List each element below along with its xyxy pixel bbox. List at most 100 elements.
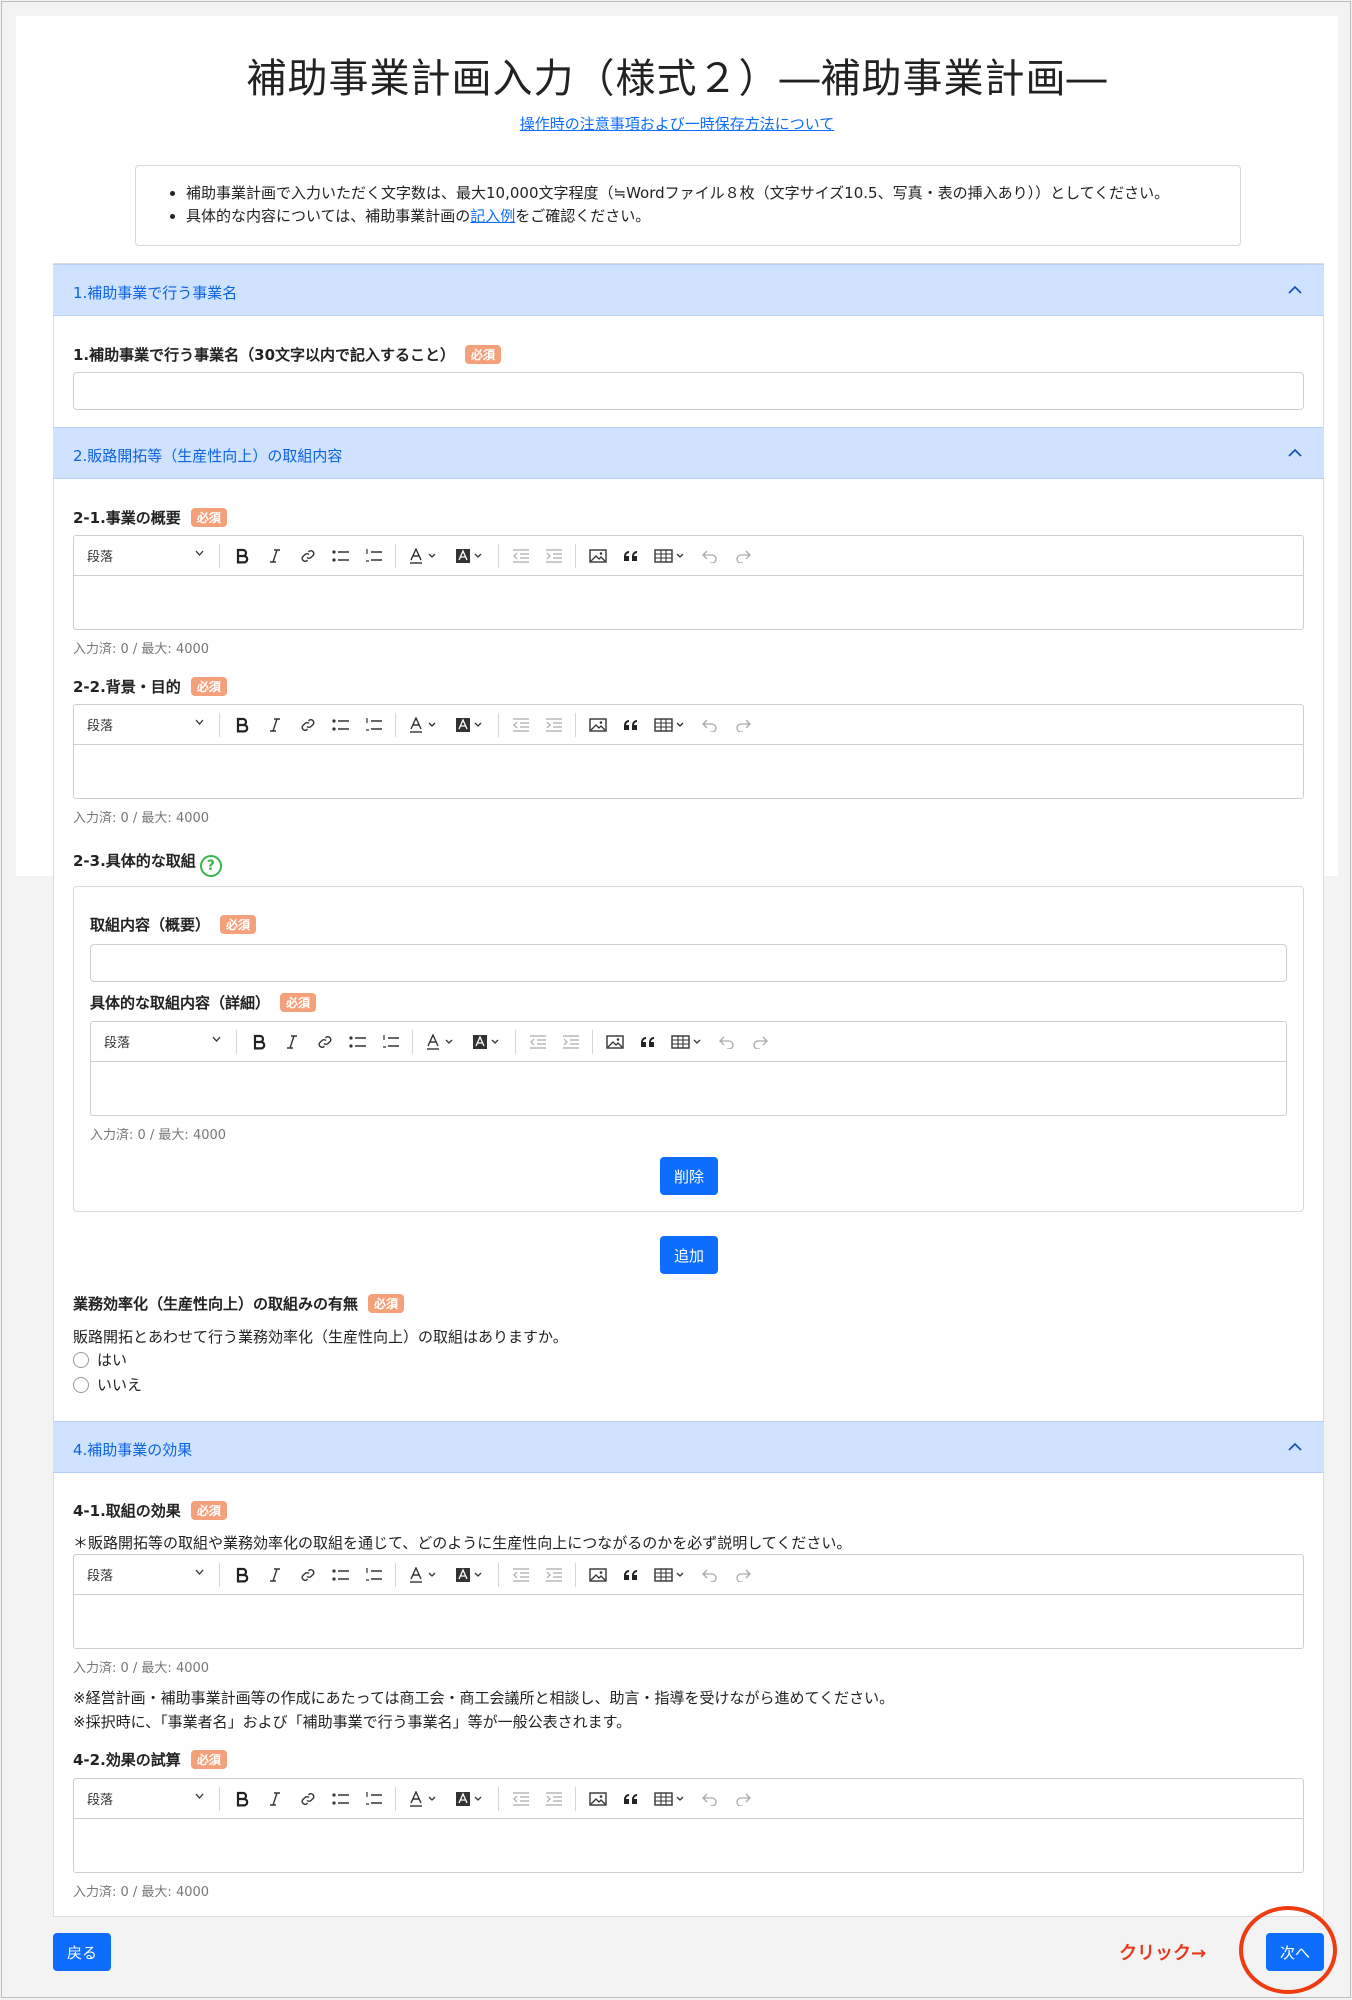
- delete-button[interactable]: 削除: [660, 1157, 718, 1195]
- paragraph-style-select[interactable]: 段落: [91, 1032, 231, 1051]
- font-color-button[interactable]: [418, 1028, 464, 1056]
- font-background-color-button[interactable]: [447, 1561, 493, 1589]
- font-background-color-button[interactable]: [464, 1028, 510, 1056]
- bold-button[interactable]: [242, 1028, 275, 1056]
- bulleted-list-button[interactable]: [324, 1561, 357, 1589]
- font-color-button[interactable]: [401, 711, 447, 739]
- font-color-button[interactable]: [401, 1561, 447, 1589]
- insert-table-button[interactable]: [664, 1028, 710, 1056]
- undo-button[interactable]: [693, 711, 726, 739]
- numbered-list-button[interactable]: [357, 711, 390, 739]
- editor-body[interactable]: [74, 1819, 1303, 1873]
- rich-editor-4-2[interactable]: 段落: [73, 1778, 1304, 1873]
- radio-button[interactable]: [73, 1351, 89, 1368]
- insert-table-button[interactable]: [647, 542, 693, 570]
- bulleted-list-button[interactable]: [341, 1028, 374, 1056]
- outdent-button[interactable]: [521, 1028, 554, 1056]
- redo-button[interactable]: [726, 711, 759, 739]
- outdent-button[interactable]: [504, 542, 537, 570]
- font-background-color-button[interactable]: [447, 542, 493, 570]
- rich-editor-4-1[interactable]: 段落: [73, 1554, 1304, 1649]
- indent-button[interactable]: [537, 1561, 570, 1589]
- rich-editor-2-1[interactable]: 段落: [73, 535, 1304, 630]
- section-header-1[interactable]: 1.補助事業で行う事業名: [53, 264, 1324, 316]
- add-button[interactable]: 追加: [660, 1236, 718, 1274]
- section-header-2[interactable]: 2.販路開拓等（生産性向上）の取組内容: [53, 427, 1324, 479]
- font-color-button[interactable]: [401, 1785, 447, 1813]
- bold-button[interactable]: [225, 542, 258, 570]
- bold-button[interactable]: [225, 1785, 258, 1813]
- link-button[interactable]: [291, 711, 324, 739]
- rich-editor-2-2[interactable]: 段落: [73, 704, 1304, 799]
- insert-image-button[interactable]: [581, 711, 614, 739]
- numbered-list-button[interactable]: [374, 1028, 407, 1056]
- insert-image-button[interactable]: [581, 542, 614, 570]
- italic-button[interactable]: [258, 711, 291, 739]
- editor-body[interactable]: [74, 745, 1303, 799]
- font-color-button[interactable]: [401, 542, 447, 570]
- redo-button[interactable]: [726, 1785, 759, 1813]
- insert-image-button[interactable]: [598, 1028, 631, 1056]
- blockquote-button[interactable]: [614, 1561, 647, 1589]
- link-button[interactable]: [291, 542, 324, 570]
- help-icon[interactable]: ?: [199, 855, 222, 877]
- insert-table-button[interactable]: [647, 1561, 693, 1589]
- example-link[interactable]: 記入例: [470, 207, 515, 225]
- section-header-4[interactable]: 4.補助事業の効果: [53, 1421, 1324, 1473]
- project-name-input[interactable]: [73, 372, 1304, 410]
- blockquote-button[interactable]: [614, 1785, 647, 1813]
- radio-button[interactable]: [73, 1376, 89, 1393]
- undo-button[interactable]: [693, 1561, 726, 1589]
- blockquote-button[interactable]: [614, 711, 647, 739]
- bold-button[interactable]: [225, 711, 258, 739]
- rich-editor-detail[interactable]: 段落: [90, 1021, 1287, 1116]
- undo-button[interactable]: [693, 542, 726, 570]
- indent-button[interactable]: [537, 1785, 570, 1813]
- font-background-color-button[interactable]: [447, 1785, 493, 1813]
- back-button[interactable]: 戻る: [53, 1933, 111, 1971]
- outdent-button[interactable]: [504, 1785, 537, 1813]
- paragraph-style-select[interactable]: 段落: [74, 1565, 214, 1584]
- redo-button[interactable]: [743, 1028, 776, 1056]
- insert-table-button[interactable]: [647, 1785, 693, 1813]
- outdent-button[interactable]: [504, 711, 537, 739]
- numbered-list-button[interactable]: [357, 1785, 390, 1813]
- outdent-button[interactable]: [504, 1561, 537, 1589]
- indent-button[interactable]: [537, 711, 570, 739]
- numbered-list-button[interactable]: [357, 542, 390, 570]
- insert-image-button[interactable]: [581, 1785, 614, 1813]
- radio-option-no[interactable]: いいえ: [73, 1374, 142, 1395]
- italic-button[interactable]: [258, 1561, 291, 1589]
- insert-image-button[interactable]: [581, 1561, 614, 1589]
- indent-button[interactable]: [537, 542, 570, 570]
- paragraph-style-select[interactable]: 段落: [74, 546, 214, 565]
- italic-button[interactable]: [275, 1028, 308, 1056]
- font-background-color-button[interactable]: [447, 711, 493, 739]
- notice-link[interactable]: 操作時の注意事項および一時保存方法について: [2, 113, 1352, 134]
- paragraph-style-select[interactable]: 段落: [74, 715, 214, 734]
- initiative-summary-input[interactable]: [90, 944, 1287, 982]
- bulleted-list-button[interactable]: [324, 542, 357, 570]
- indent-button[interactable]: [554, 1028, 587, 1056]
- italic-button[interactable]: [258, 1785, 291, 1813]
- undo-button[interactable]: [693, 1785, 726, 1813]
- undo-button[interactable]: [710, 1028, 743, 1056]
- bulleted-list-button[interactable]: [324, 1785, 357, 1813]
- bulleted-list-button[interactable]: [324, 711, 357, 739]
- editor-body[interactable]: [74, 576, 1303, 630]
- blockquote-button[interactable]: [631, 1028, 664, 1056]
- link-button[interactable]: [308, 1028, 341, 1056]
- bold-button[interactable]: [225, 1561, 258, 1589]
- link-button[interactable]: [291, 1785, 324, 1813]
- paragraph-style-select[interactable]: 段落: [74, 1789, 214, 1808]
- redo-button[interactable]: [726, 542, 759, 570]
- italic-button[interactable]: [258, 542, 291, 570]
- editor-body[interactable]: [91, 1062, 1286, 1116]
- insert-table-button[interactable]: [647, 711, 693, 739]
- editor-body[interactable]: [74, 1595, 1303, 1649]
- redo-button[interactable]: [726, 1561, 759, 1589]
- radio-option-yes[interactable]: はい: [73, 1349, 127, 1370]
- blockquote-button[interactable]: [614, 542, 647, 570]
- link-button[interactable]: [291, 1561, 324, 1589]
- numbered-list-button[interactable]: [357, 1561, 390, 1589]
